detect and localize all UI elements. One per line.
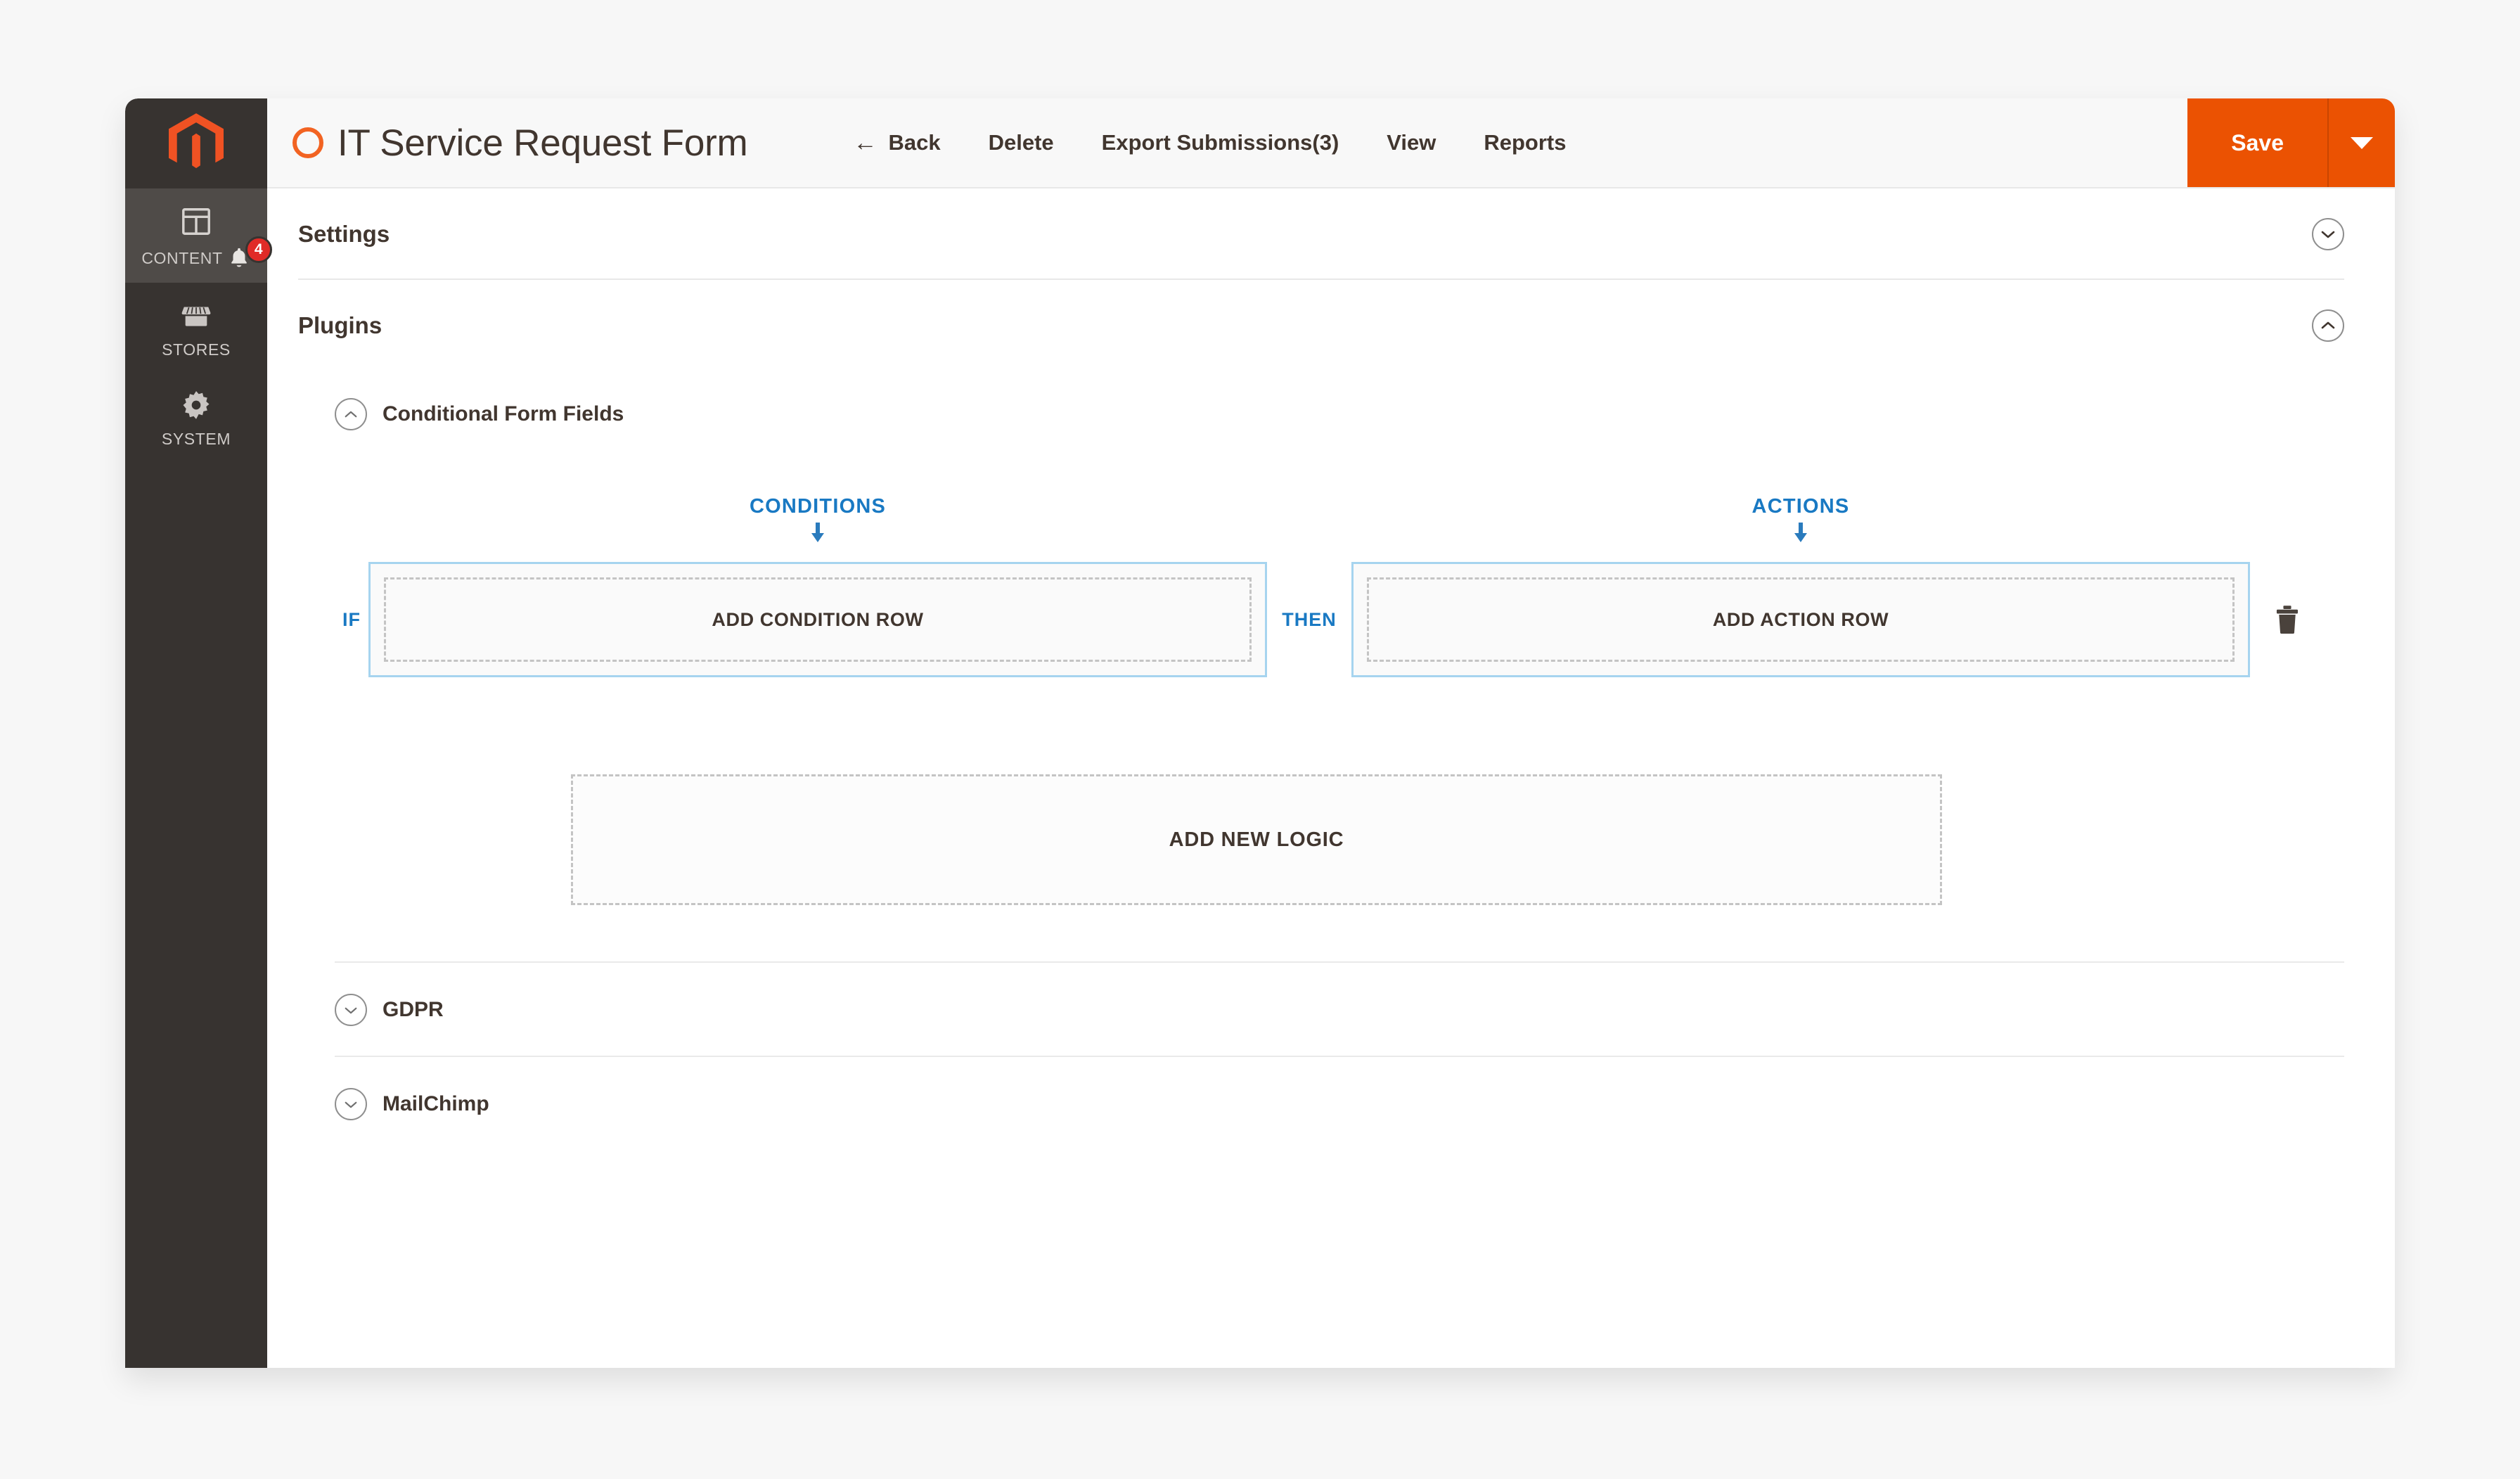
subsection-mailchimp[interactable]: MailChimp [335,1057,2344,1150]
logic-rule-row: IF ADD CONDITION ROW THEN ADD ACTION ROW [335,562,2344,677]
add-action-row-button[interactable]: ADD ACTION ROW [1367,577,2235,662]
arrow-down-icon [809,523,827,544]
admin-window: CONTENT 4 STORES SYSTEM IT Service Reque… [125,98,2395,1368]
section-settings[interactable]: Settings [298,188,2344,280]
trash-icon [2276,606,2299,634]
sidebar-item-system[interactable]: SYSTEM [125,372,267,461]
subsection-title: GDPR [382,998,444,1021]
subsection-conditional-form-fields[interactable]: Conditional Form Fields [335,370,2344,456]
add-condition-row-label: ADD CONDITION ROW [712,608,924,630]
sidebar-item-stores[interactable]: STORES [125,283,267,372]
sidebar-item-label: CONTENT [141,248,223,267]
orange-ring-icon [292,127,323,158]
actions-column-header: ACTIONS [1351,495,2250,544]
subsection-title: MailChimp [382,1092,489,1115]
export-submissions-label: Export Submissions(3) [1101,130,1339,155]
delete-rule-button[interactable] [2270,601,2305,639]
delete-button-label: Delete [988,130,1054,155]
conditions-drop-panel: ADD CONDITION ROW [368,562,1267,677]
main-area: IT Service Request Form ← Back Delete Ex… [267,98,2395,1368]
reports-button-label: Reports [1484,130,1567,155]
subsection-gdpr[interactable]: GDPR [335,963,2344,1056]
actions-drop-panel: ADD ACTION ROW [1351,562,2250,677]
if-label: IF [342,608,361,630]
header-action-bar: ← Back Delete Export Submissions(3) View… [830,98,2395,187]
chevron-up-icon[interactable] [335,398,367,430]
chevron-up-icon[interactable] [2312,309,2344,342]
magento-logo-icon [169,113,224,169]
view-button-label: View [1387,130,1436,155]
plugins-body: Conditional Form Fields CONDITIONS ACTIO… [298,370,2344,1150]
admin-sidebar: CONTENT 4 STORES SYSTEM [125,98,272,1368]
sidebar-item-content[interactable]: CONTENT 4 [125,188,272,283]
sidebar-item-label: SYSTEM [161,430,231,448]
caret-down-icon [2351,136,2373,149]
conditions-column-header: CONDITIONS [368,495,1267,544]
section-plugins[interactable]: Plugins [298,280,2344,370]
chevron-down-icon[interactable] [2312,218,2344,250]
section-settings-title: Settings [298,221,390,247]
page-header: IT Service Request Form ← Back Delete Ex… [267,98,2395,188]
notifications-bell[interactable]: 4 [227,236,272,270]
delete-button[interactable]: Delete [965,130,1078,155]
add-new-logic-label: ADD NEW LOGIC [1169,828,1344,851]
actions-label: ACTIONS [1751,495,1850,518]
arrow-left-icon: ← [853,129,878,156]
notification-badge: 4 [245,236,272,263]
save-button-label: Save [2231,129,2284,155]
then-label: THEN [1282,608,1337,630]
sidebar-item-label: STORES [162,340,231,359]
add-condition-row-button[interactable]: ADD CONDITION ROW [384,577,1252,662]
add-new-logic-wrap: ADD NEW LOGIC [335,774,2344,905]
chevron-down-icon[interactable] [335,1088,367,1120]
page-content: Settings Plugins Conditional Form Fields… [267,188,2395,1368]
content-layout-icon [177,203,215,241]
chevron-down-icon[interactable] [335,994,367,1026]
store-icon [177,297,215,335]
add-action-row-label: ADD ACTION ROW [1712,608,1889,630]
subsection-title: Conditional Form Fields [382,402,624,425]
view-button[interactable]: View [1363,130,1460,155]
page-title-zone: IT Service Request Form [267,98,748,187]
save-button-group: Save [2187,98,2395,187]
add-new-logic-button[interactable]: ADD NEW LOGIC [571,774,1942,905]
save-button[interactable]: Save [2187,98,2327,187]
section-plugins-title: Plugins [298,312,382,338]
magento-logo[interactable] [125,98,267,188]
logic-column-headers: CONDITIONS ACTIONS [335,495,2344,544]
save-dropdown-button[interactable] [2327,98,2395,187]
back-button-label: Back [888,130,941,155]
conditions-label: CONDITIONS [749,495,887,518]
back-button[interactable]: ← Back [830,130,965,155]
logic-builder: CONDITIONS ACTIONS IF ADD CONDITION ROW … [335,456,2344,961]
reports-button[interactable]: Reports [1460,130,1590,155]
page-title: IT Service Request Form [338,122,748,164]
gear-icon [177,386,215,424]
arrow-down-icon [1792,523,1810,544]
export-submissions-button[interactable]: Export Submissions(3) [1078,130,1363,155]
